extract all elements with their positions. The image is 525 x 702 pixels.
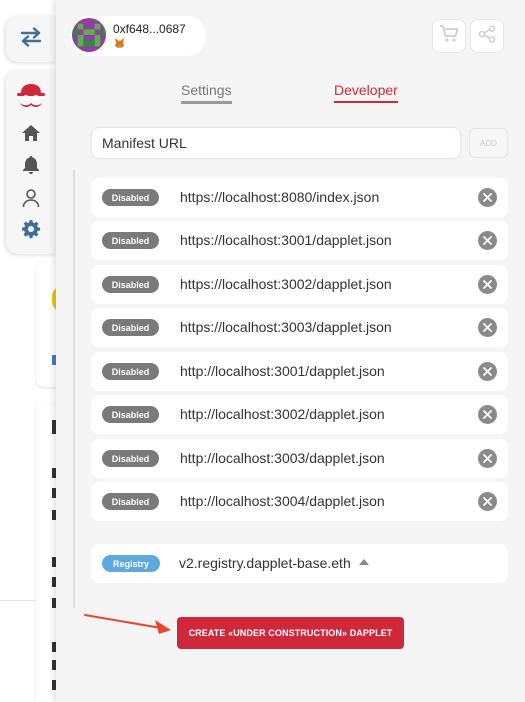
list-item: Disabled https://localhost:8080/index.js…: [91, 178, 508, 217]
account-chip[interactable]: 0xf648...0687: [70, 16, 206, 56]
close-icon[interactable]: [478, 492, 497, 511]
status-badge[interactable]: Disabled: [102, 406, 159, 423]
home-icon[interactable]: [19, 121, 43, 145]
avatar: [72, 18, 106, 52]
registry-url: https://localhost:3001/dapplet.json: [180, 232, 392, 248]
tab-settings[interactable]: Settings: [181, 82, 232, 104]
close-icon[interactable]: [478, 405, 497, 424]
registry-url: http://localhost:3003/dapplet.json: [180, 450, 385, 466]
account-address: 0xf648...0687: [113, 22, 186, 36]
list-item: Disabled https://localhost:3002/dapplet.…: [91, 265, 508, 304]
swap-arrows-icon: [19, 26, 43, 52]
registry-url: https://localhost:3003/dapplet.json: [180, 319, 392, 335]
manifest-url-input[interactable]: [91, 127, 461, 159]
registry-url: http://localhost:3004/dapplet.json: [180, 493, 385, 509]
registry-url: https://localhost:3002/dapplet.json: [180, 276, 392, 292]
cart-icon: [439, 24, 459, 48]
user-icon[interactable]: [19, 186, 43, 210]
list-item: Disabled http://localhost:3001/dapplet.j…: [91, 352, 508, 391]
status-badge[interactable]: Disabled: [102, 450, 159, 467]
background-divider: [0, 600, 36, 601]
create-dapplet-button[interactable]: CREATE «UNDER CONSTRUCTION» DAPPLET: [177, 617, 404, 649]
developer-panel: 0xf648...0687 Settings Developer ADD Dis…: [56, 0, 525, 702]
caret-up-icon: [358, 559, 369, 566]
status-badge[interactable]: Disabled: [102, 319, 159, 336]
close-icon[interactable]: [478, 362, 497, 381]
list-item: Disabled https://localhost:3003/dapplet.…: [91, 308, 508, 347]
registry-selector[interactable]: Registry v2.registry.dapplet-base.eth: [91, 544, 508, 583]
annotation-arrow-icon: [84, 614, 171, 634]
status-badge[interactable]: Disabled: [102, 189, 159, 206]
registry-url: http://localhost:3002/dapplet.json: [180, 406, 385, 422]
share-button[interactable]: [470, 19, 504, 53]
close-icon[interactable]: [478, 318, 497, 337]
registry-badge: Registry: [102, 555, 160, 572]
list-item: Disabled http://localhost:3003/dapplet.j…: [91, 439, 508, 478]
list-item: Disabled http://localhost:3002/dapplet.j…: [91, 395, 508, 434]
status-badge[interactable]: Disabled: [102, 232, 159, 249]
sidebar-nav: [6, 70, 56, 254]
tab-developer[interactable]: Developer: [334, 82, 398, 103]
status-badge[interactable]: Disabled: [102, 363, 159, 380]
registry-url: https://localhost:8080/index.json: [180, 189, 380, 205]
close-icon[interactable]: [478, 275, 497, 294]
share-icon: [478, 24, 496, 48]
close-icon[interactable]: [478, 449, 497, 468]
gear-icon[interactable]: [19, 217, 43, 241]
sidebar-toggle-button[interactable]: [6, 16, 56, 62]
close-icon[interactable]: [478, 231, 497, 250]
close-icon[interactable]: [478, 188, 497, 207]
status-badge[interactable]: Disabled: [102, 493, 159, 510]
registry-url: http://localhost:3001/dapplet.json: [180, 363, 385, 379]
bell-icon[interactable]: [19, 153, 43, 177]
registry-selector-value-wrap: v2.registry.dapplet-base.eth: [179, 555, 369, 571]
list-divider: [73, 170, 75, 608]
dapplets-logo-icon[interactable]: [15, 82, 47, 110]
list-item: Disabled https://localhost:3001/dapplet.…: [91, 221, 508, 260]
status-badge[interactable]: Disabled: [102, 276, 159, 293]
cart-button[interactable]: [432, 19, 466, 53]
registry-selector-value: v2.registry.dapplet-base.eth: [179, 555, 351, 571]
add-button[interactable]: ADD: [469, 128, 508, 158]
list-item: Disabled http://localhost:3004/dapplet.j…: [91, 482, 508, 521]
metamask-fox-icon: [114, 38, 125, 51]
